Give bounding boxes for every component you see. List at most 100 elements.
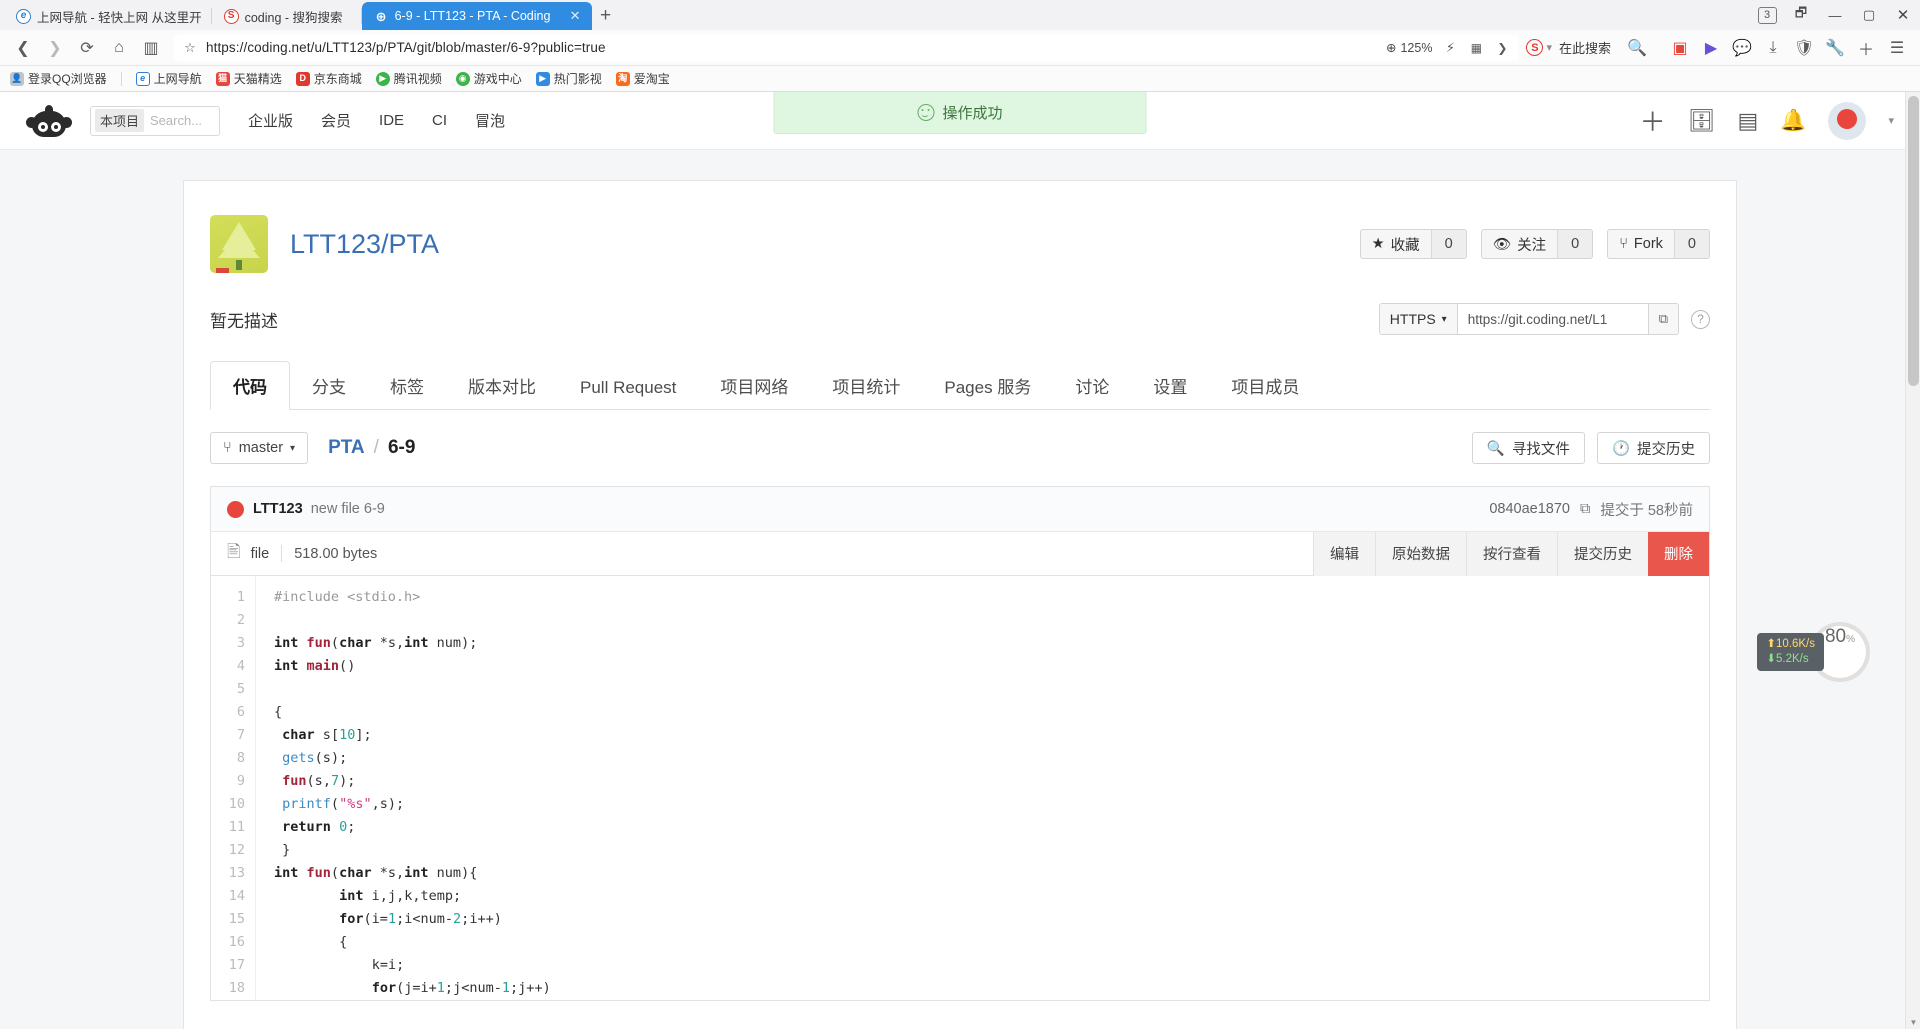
tab-members[interactable]: 项目成员: [1209, 362, 1321, 409]
line-number: 5: [236, 681, 245, 697]
bookmark-item[interactable]: 👤 登录QQ浏览器: [10, 70, 107, 87]
breadcrumb-root[interactable]: PTA: [328, 437, 365, 459]
play-icon: ▶: [375, 71, 390, 86]
chevron-down-icon: ▾: [290, 442, 296, 454]
add-icon[interactable]: ＋: [1851, 33, 1881, 63]
nav-item-ide[interactable]: IDE: [379, 112, 404, 129]
tab-tags[interactable]: 标签: [368, 362, 446, 409]
tab-statistics[interactable]: 项目统计: [810, 362, 922, 409]
bookmark-item[interactable]: 淘 爱淘宝: [615, 70, 670, 87]
bookmark-item[interactable]: ▶ 热门影视: [535, 70, 602, 87]
line-number: 4: [236, 658, 245, 674]
clone-protocol-select[interactable]: HTTPS ▾: [1379, 304, 1458, 334]
raw-data-button[interactable]: 原始数据: [1375, 531, 1466, 576]
bookmark-star-icon[interactable]: ☆: [182, 33, 198, 63]
nav-item-ci[interactable]: CI: [432, 112, 447, 129]
watch-stat[interactable]: 👁 关注 0: [1480, 229, 1594, 259]
bookmark-item[interactable]: ▶ 腾讯视频: [375, 70, 442, 87]
scroll-down-icon[interactable]: ▼: [1906, 1015, 1920, 1029]
bookmark-label: 京东商城: [313, 72, 362, 86]
tab-branches[interactable]: 分支: [290, 362, 368, 409]
tab-pages-service[interactable]: Pages 服务: [922, 362, 1053, 409]
new-tab-button[interactable]: +: [592, 2, 620, 30]
tab-network[interactable]: 项目网络: [698, 362, 810, 409]
qrcode-icon[interactable]: ▦: [1468, 33, 1484, 63]
tab-settings[interactable]: 设置: [1131, 362, 1209, 409]
tab-count-badge[interactable]: 3: [1750, 0, 1784, 30]
search-here-label[interactable]: 在此搜索: [1559, 38, 1611, 57]
copy-icon[interactable]: ⧉: [1580, 501, 1590, 517]
delete-button[interactable]: 删除: [1648, 531, 1709, 576]
fork-stat[interactable]: ⑂ Fork 0: [1607, 229, 1710, 259]
clone-box[interactable]: HTTPS ▾ https://git.coding.net/L1 ⧉: [1378, 303, 1679, 335]
bookmark-item[interactable]: e 上网导航: [135, 70, 202, 87]
back-icon[interactable]: ❮: [8, 33, 38, 63]
download-icon[interactable]: ⤓: [1758, 33, 1788, 63]
nav-item-member[interactable]: 会员: [321, 110, 351, 131]
archive-icon[interactable]: 🗄: [1688, 108, 1716, 134]
avatar[interactable]: [1828, 101, 1867, 140]
code-line: {: [339, 934, 348, 950]
home-icon[interactable]: ⌂: [104, 33, 134, 63]
plus-icon[interactable]: ＋: [1640, 102, 1666, 139]
view-by-line-button[interactable]: 按行查看: [1466, 531, 1557, 576]
sogou-search-icon[interactable]: S: [1526, 39, 1544, 56]
scrollbar-thumb[interactable]: [1908, 96, 1919, 386]
maximize-button[interactable]: ▢: [1852, 0, 1886, 30]
zoom-indicator[interactable]: ⊕ 125%: [1386, 40, 1432, 56]
chevron-down-icon[interactable]: ▾: [1546, 41, 1552, 54]
minimize-button[interactable]: —: [1818, 0, 1852, 30]
close-icon[interactable]: ✕: [570, 8, 582, 24]
lightning-icon[interactable]: ⚡: [1442, 33, 1458, 63]
commit-history-button[interactable]: 提交历史: [1557, 531, 1648, 576]
clone-url[interactable]: https://git.coding.net/L1: [1458, 304, 1648, 334]
code-line: for(j=i+1;j<num-1;j++): [371, 980, 551, 996]
chevron-right-icon[interactable]: ❯: [1494, 33, 1510, 63]
branch-selector[interactable]: ⑂ master ▾: [210, 432, 309, 464]
bookmark-item[interactable]: 猫 天猫精选: [215, 70, 282, 87]
tools-icon[interactable]: 🔧: [1820, 33, 1850, 63]
code-content[interactable]: #include <stdio.h> int fun(char *s,int n…: [256, 576, 1709, 1000]
star-stat[interactable]: ★ 收藏 0: [1359, 229, 1467, 259]
edit-button[interactable]: 编辑: [1313, 531, 1375, 576]
chevron-down-icon[interactable]: ▾: [1888, 114, 1894, 127]
bookmark-item[interactable]: ◉ 游戏中心: [455, 70, 522, 87]
tab-compare[interactable]: 版本对比: [446, 362, 558, 409]
nav-item-bubble[interactable]: 冒泡: [475, 110, 505, 131]
reading-mode-icon[interactable]: ▥: [136, 33, 166, 63]
commit-sha[interactable]: 0840ae1870: [1489, 501, 1570, 517]
window-extra-icon[interactable]: 🗗: [1784, 0, 1818, 30]
page-scrollbar[interactable]: ▲ ▼: [1905, 92, 1920, 1029]
browser-tab-2[interactable]: S coding - 搜狗搜索: [211, 2, 362, 30]
forward-icon[interactable]: ❯: [40, 33, 70, 63]
network-speed-widget[interactable]: ⬆10.6K/s ⬇5.2K/s 80%: [1757, 622, 1870, 682]
tab-discussion[interactable]: 讨论: [1053, 362, 1131, 409]
tab-pull-request[interactable]: Pull Request: [558, 367, 698, 409]
close-window-button[interactable]: ✕: [1886, 0, 1920, 30]
tab-code[interactable]: 代码: [210, 361, 290, 410]
reload-icon[interactable]: ⟳: [72, 33, 102, 63]
address-bar[interactable]: ☆ https://coding.net/u/LTT123/p/PTA/git/…: [174, 33, 1519, 63]
search-input[interactable]: 本项目 Search...: [90, 105, 220, 136]
nav-item-enterprise[interactable]: 企业版: [248, 110, 293, 131]
commit-history-button[interactable]: 🕐 提交历史: [1596, 432, 1710, 464]
video-icon[interactable]: ▣: [1665, 33, 1695, 63]
wechat-icon[interactable]: 💬: [1727, 33, 1757, 63]
bookmark-item[interactable]: D 京东商城: [295, 70, 362, 87]
search-scope-label[interactable]: 本项目: [95, 109, 145, 132]
page-title[interactable]: LTT123/PTA: [290, 229, 439, 260]
find-file-button[interactable]: 🔍 寻找文件: [1471, 432, 1585, 464]
shield-icon[interactable]: 🛡: [1789, 33, 1819, 63]
search-icon[interactable]: 🔍: [1622, 33, 1652, 63]
fork-icon: ⑂: [1619, 236, 1628, 252]
bell-icon[interactable]: 🔔: [1780, 109, 1806, 133]
coding-logo-icon[interactable]: [26, 101, 72, 141]
copy-icon[interactable]: ⧉: [1647, 304, 1678, 334]
menu-icon[interactable]: ☰: [1882, 33, 1912, 63]
question-icon[interactable]: ?: [1691, 309, 1710, 329]
browser-tab-1[interactable]: e 上网导航 - 轻快上网 从这里开: [4, 2, 212, 30]
list-icon[interactable]: ▤: [1738, 108, 1759, 134]
play-icon[interactable]: ▶: [1696, 33, 1726, 63]
commit-author[interactable]: LTT123: [253, 501, 303, 517]
browser-tab-3-active[interactable]: ⊕ 6-9 - LTT123 - PTA - Coding ✕: [361, 2, 592, 30]
